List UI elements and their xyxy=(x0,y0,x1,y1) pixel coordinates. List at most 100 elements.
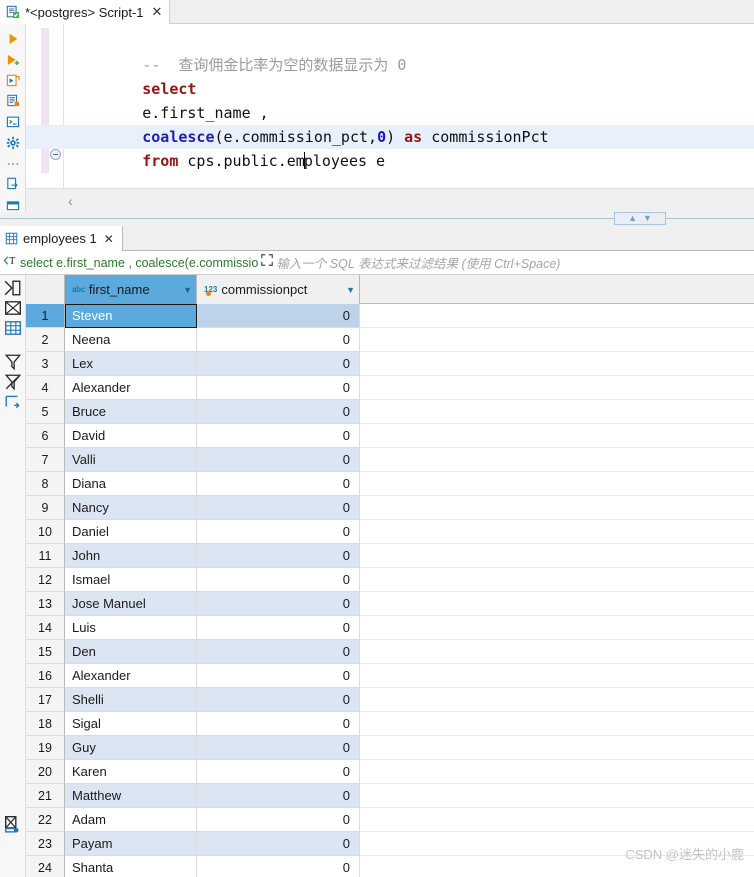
cell-first_name[interactable]: Luis xyxy=(65,616,197,640)
cell-commissionpct[interactable]: 0 xyxy=(197,808,360,832)
row-number-cell[interactable]: 14 xyxy=(26,616,65,640)
clear-filter-icon[interactable] xyxy=(4,373,22,391)
table-row[interactable]: 23 Payam 0 xyxy=(26,832,754,856)
cell-commissionpct[interactable]: 0 xyxy=(197,568,360,592)
cell-first_name[interactable]: Jose Manuel xyxy=(65,592,197,616)
row-number-cell[interactable]: 5 xyxy=(26,400,65,424)
cell-first_name[interactable]: Bruce xyxy=(65,400,197,424)
cell-commissionpct[interactable]: 0 xyxy=(197,544,360,568)
row-number-cell[interactable]: 1 xyxy=(26,304,65,328)
grid-presentation-icon[interactable] xyxy=(4,279,22,297)
cell-first_name[interactable]: Neena xyxy=(65,328,197,352)
more-options-icon[interactable] xyxy=(4,157,22,171)
table-row[interactable]: 14 Luis 0 xyxy=(26,616,754,640)
cell-first_name[interactable]: Steven xyxy=(65,304,197,328)
table-row[interactable]: 19 Guy 0 xyxy=(26,736,754,760)
cell-first_name[interactable]: Lex xyxy=(65,352,197,376)
cell-first_name[interactable]: John xyxy=(65,544,197,568)
cell-first_name[interactable]: Matthew xyxy=(65,784,197,808)
execute-in-console-icon[interactable] xyxy=(4,115,22,129)
cell-first_name[interactable]: Adam xyxy=(65,808,197,832)
table-row[interactable]: 10 Daniel 0 xyxy=(26,520,754,544)
table-row[interactable]: 9 Nancy 0 xyxy=(26,496,754,520)
cell-first_name[interactable]: Karen xyxy=(65,760,197,784)
filter-toggle-icon[interactable] xyxy=(4,353,22,371)
close-icon[interactable]: ✕ xyxy=(152,4,163,20)
row-number-cell[interactable]: 9 xyxy=(26,496,65,520)
chevron-down-icon[interactable]: ▼ xyxy=(346,285,355,295)
table-row[interactable]: 13 Jose Manuel 0 xyxy=(26,592,754,616)
cell-first_name[interactable]: Daniel xyxy=(65,520,197,544)
grid-view-icon[interactable] xyxy=(4,319,22,337)
expand-icon[interactable] xyxy=(258,253,276,272)
cell-first_name[interactable]: Diana xyxy=(65,472,197,496)
row-number-cell[interactable]: 8 xyxy=(26,472,65,496)
cell-first_name[interactable]: Alexander xyxy=(65,664,197,688)
grid-corner-cell[interactable] xyxy=(26,275,65,304)
transpose-icon[interactable] xyxy=(4,393,22,411)
export-from-query-icon[interactable] xyxy=(4,177,22,191)
cell-commissionpct[interactable]: 0 xyxy=(197,616,360,640)
close-icon[interactable]: ✕ xyxy=(104,232,114,246)
cell-commissionpct[interactable]: 0 xyxy=(197,448,360,472)
row-number-cell[interactable]: 17 xyxy=(26,688,65,712)
collapse-up-icon[interactable]: ▲ xyxy=(628,214,637,223)
cell-commissionpct[interactable]: 0 xyxy=(197,304,360,328)
cell-commissionpct[interactable]: 0 xyxy=(197,328,360,352)
cell-first_name[interactable]: Alexander xyxy=(65,376,197,400)
row-number-cell[interactable]: 20 xyxy=(26,760,65,784)
cell-first_name[interactable]: Payam xyxy=(65,832,197,856)
cell-commissionpct[interactable]: 0 xyxy=(197,736,360,760)
panel-toggle-icon[interactable] xyxy=(4,198,22,212)
cell-first_name[interactable]: Den xyxy=(65,640,197,664)
table-row[interactable]: 4 Alexander 0 xyxy=(26,376,754,400)
row-number-cell[interactable]: 15 xyxy=(26,640,65,664)
splitter-grip[interactable]: ▲ ▼ xyxy=(614,212,666,225)
cell-commissionpct[interactable]: 0 xyxy=(197,376,360,400)
cell-commissionpct[interactable]: 0 xyxy=(197,496,360,520)
table-row[interactable]: 21 Matthew 0 xyxy=(26,784,754,808)
column-header-first_name[interactable]: abc first_name ▼ xyxy=(65,275,197,304)
cell-commissionpct[interactable]: 0 xyxy=(197,520,360,544)
filter-text-icon[interactable]: T xyxy=(0,254,20,272)
column-header-commissionpct[interactable]: 123 commissionpct ▼ xyxy=(197,275,360,304)
collapse-down-icon[interactable]: ▼ xyxy=(643,214,652,223)
table-row[interactable]: 6 David 0 xyxy=(26,424,754,448)
cell-commissionpct[interactable]: 0 xyxy=(197,664,360,688)
row-number-cell[interactable]: 18 xyxy=(26,712,65,736)
table-row[interactable]: 18 Sigal 0 xyxy=(26,712,754,736)
record-view-icon[interactable] xyxy=(4,299,22,317)
row-number-cell[interactable]: 24 xyxy=(26,856,65,877)
execute-statement-icon[interactable] xyxy=(4,32,22,46)
cell-commissionpct[interactable]: 0 xyxy=(197,472,360,496)
cell-commissionpct[interactable]: 0 xyxy=(197,856,360,877)
editor-results-splitter[interactable]: ▲ ▼ xyxy=(0,212,754,226)
table-row[interactable]: 1 Steven 0 xyxy=(26,304,754,328)
cell-commissionpct[interactable]: 0 xyxy=(197,424,360,448)
chevron-left-icon[interactable]: ‹ xyxy=(68,193,73,209)
table-row[interactable]: 15 Den 0 xyxy=(26,640,754,664)
table-row[interactable]: 3 Lex 0 xyxy=(26,352,754,376)
cell-first_name[interactable]: David xyxy=(65,424,197,448)
row-number-cell[interactable]: 12 xyxy=(26,568,65,592)
row-number-cell[interactable]: 7 xyxy=(26,448,65,472)
table-row[interactable]: 17 Shelli 0 xyxy=(26,688,754,712)
row-number-cell[interactable]: 16 xyxy=(26,664,65,688)
cell-commissionpct[interactable]: 0 xyxy=(197,832,360,856)
cell-first_name[interactable]: Nancy xyxy=(65,496,197,520)
sql-editor[interactable]: -- 查询佣金比率为空的数据显示为 0 select e.first_name … xyxy=(26,24,754,188)
row-number-cell[interactable]: 19 xyxy=(26,736,65,760)
editor-tab-script1[interactable]: *<postgres> Script-1 ✕ xyxy=(0,0,171,24)
sql-settings-gear-icon[interactable] xyxy=(4,136,22,150)
row-number-cell[interactable]: 3 xyxy=(26,352,65,376)
table-row[interactable]: 12 Ismael 0 xyxy=(26,568,754,592)
cell-commissionpct[interactable]: 0 xyxy=(197,592,360,616)
filter-placeholder[interactable]: 输入一个 SQL 表达式来过滤结果 (使用 Ctrl+Space) xyxy=(276,253,754,272)
results-grid[interactable]: abc first_name ▼ 123 commissionpct ▼ 1 St… xyxy=(26,275,754,877)
explain-plan-icon[interactable] xyxy=(4,94,22,108)
execute-script-new-tab-icon[interactable] xyxy=(4,74,22,88)
row-number-cell[interactable]: 6 xyxy=(26,424,65,448)
row-number-cell[interactable]: 10 xyxy=(26,520,65,544)
filter-expression[interactable]: select e.first_name , coalesce(e.commiss… xyxy=(20,256,258,270)
cell-commissionpct[interactable]: 0 xyxy=(197,784,360,808)
